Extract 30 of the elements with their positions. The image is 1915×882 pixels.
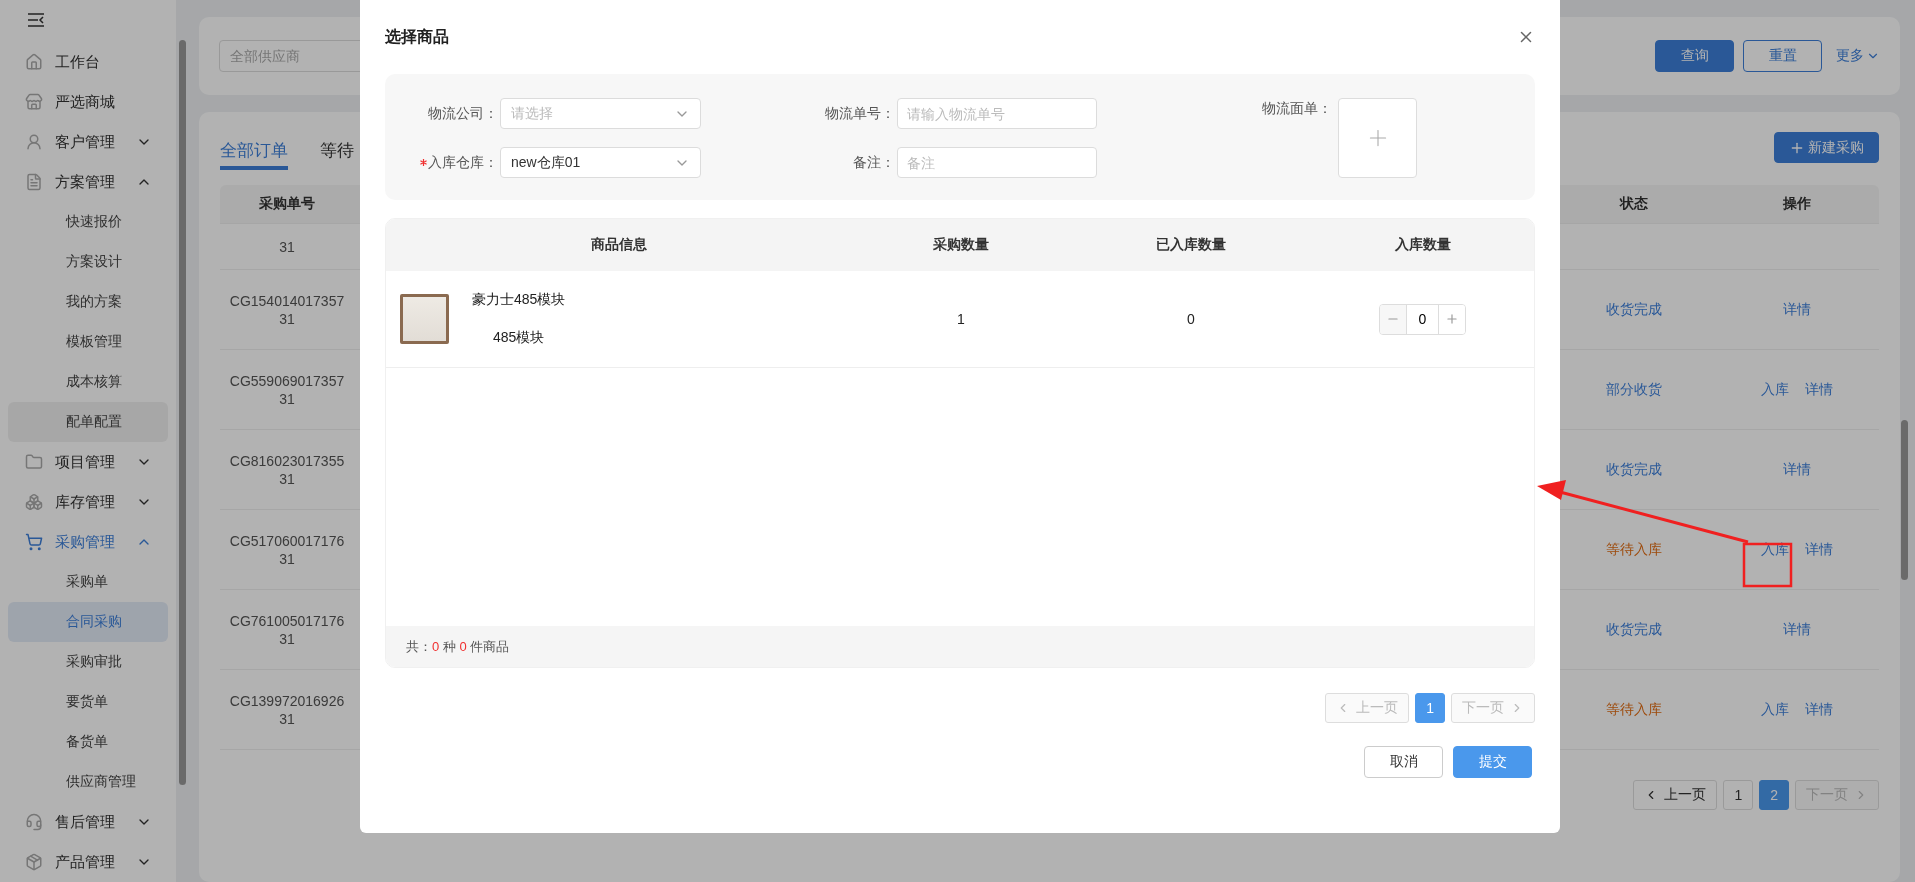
field-label: 物流单号： xyxy=(824,104,896,123)
order-status: 收货完成 xyxy=(1606,620,1662,639)
column-header: 状态 xyxy=(1618,195,1649,213)
order-status: 部分收货 xyxy=(1606,380,1662,399)
order-status: 收货完成 xyxy=(1606,460,1662,479)
order-number: 31 xyxy=(279,237,295,256)
field-label: 物流公司： xyxy=(427,104,499,123)
order-status: 等待入库 xyxy=(1606,540,1662,559)
column-header: 采购单号 xyxy=(258,195,316,213)
column-header: 商品信息 xyxy=(589,236,648,254)
column-header: 入库数量 xyxy=(1393,236,1452,254)
order-number: CG761005017176 31 xyxy=(229,611,345,648)
column-header: 操作 xyxy=(1781,195,1812,213)
summary-text: 共：0 种 0 件商品 xyxy=(406,637,510,656)
order-status: 收货完成 xyxy=(1606,300,1662,319)
order-number: CG154014017357 31 xyxy=(229,291,345,328)
order-status: 等待入库 xyxy=(1606,700,1662,719)
order-number: CG559069017357 31 xyxy=(229,371,345,408)
order-number: CG139972016926 31 xyxy=(229,691,345,728)
product-spec: 485模块 xyxy=(492,329,546,347)
product-name: 豪力士485模块 xyxy=(472,291,566,309)
column-header: 已入库数量 xyxy=(1155,236,1227,254)
field-label: 入库仓库： xyxy=(385,153,500,172)
column-header: 采购数量 xyxy=(932,236,990,254)
table-cell: 1 xyxy=(957,310,965,328)
order-number: CG517060017176 31 xyxy=(229,531,345,568)
field-label: 物流面单： xyxy=(1261,99,1333,118)
field-label: 备注： xyxy=(852,153,896,172)
table-cell: 0 xyxy=(1187,310,1195,328)
order-number: CG816023017355 31 xyxy=(229,451,345,488)
